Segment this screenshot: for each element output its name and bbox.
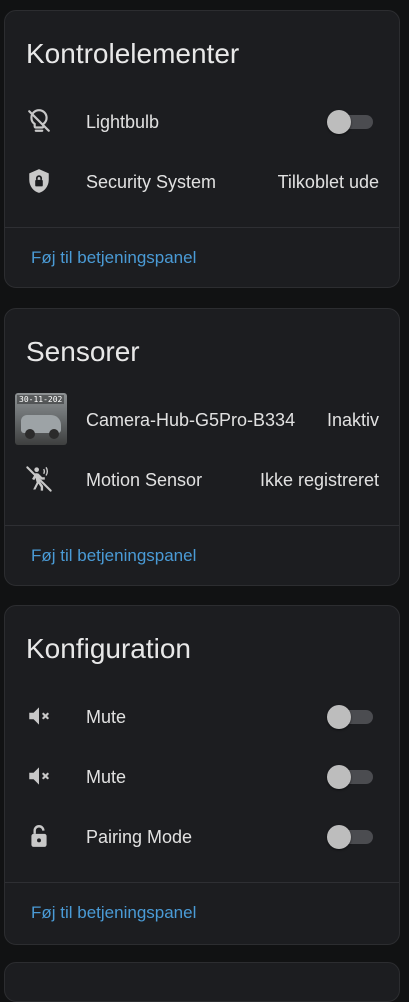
camera-timestamp: 30-11-202 [17, 395, 65, 404]
wheel-shape [25, 429, 35, 439]
entity-row-motion-sensor[interactable]: Motion Sensor Ikke registreret [5, 451, 399, 507]
entity-label: Mute [86, 707, 127, 727]
mute-toggle[interactable] [327, 765, 373, 789]
entity-row-mute[interactable]: Mute [5, 688, 399, 744]
card-title: Sensorer [26, 336, 140, 367]
toggle-knob [327, 765, 351, 789]
configuration-card: Konfiguration Mute Mute Pairing Mode Føj… [4, 605, 400, 945]
add-to-dashboard-link[interactable]: Føj til betjeningspanel [31, 248, 196, 268]
entity-row-mute[interactable]: Mute [5, 748, 399, 804]
entity-row-camera[interactable]: 30-11-202 Camera-Hub-G5Pro-B334 Inaktiv [5, 391, 399, 447]
wheel-shape [49, 429, 59, 439]
entity-state: Inaktiv [326, 410, 379, 430]
card-divider [5, 525, 399, 526]
card-divider [5, 227, 399, 228]
entity-label: Lightbulb [86, 112, 160, 132]
entity-row-security-system[interactable]: Security System Tilkoblet ude [5, 153, 399, 209]
entity-label: Camera-Hub-G5Pro-B334 [86, 410, 296, 430]
add-to-dashboard-link[interactable]: Føj til betjeningspanel [31, 546, 196, 566]
entity-label: Security System [86, 172, 217, 192]
card-divider [5, 882, 399, 883]
entity-label: Pairing Mode [86, 827, 193, 847]
next-card [4, 962, 400, 1002]
card-title: Konfiguration [26, 633, 192, 664]
pairing-mode-toggle[interactable] [327, 825, 373, 849]
shield-lock-icon [25, 167, 53, 195]
sensors-card: Sensorer 30-11-202 Camera-Hub-G5Pro-B334… [4, 308, 400, 586]
card-title: Kontrolelementer [26, 38, 240, 69]
camera-thumbnail[interactable]: 30-11-202 [15, 393, 67, 445]
entity-state: Tilkoblet ude [277, 172, 379, 192]
volume-mute-icon [25, 702, 53, 730]
entity-row-lightbulb[interactable]: Lightbulb [5, 93, 399, 149]
volume-mute-icon [25, 762, 53, 790]
mute-toggle[interactable] [327, 705, 373, 729]
entity-row-pairing-mode[interactable]: Pairing Mode [5, 808, 399, 864]
lightbulb-off-icon [25, 107, 53, 135]
controls-card: Kontrolelementer Lightbulb Security Syst… [4, 10, 400, 288]
lightbulb-toggle[interactable] [327, 110, 373, 134]
entity-label: Mute [86, 767, 127, 787]
lock-open-icon [25, 822, 53, 850]
motion-sensor-off-icon [25, 465, 53, 493]
toggle-knob [327, 705, 351, 729]
toggle-knob [327, 110, 351, 134]
entity-state: Ikke registreret [259, 470, 379, 490]
entity-label: Motion Sensor [86, 470, 203, 490]
add-to-dashboard-link[interactable]: Føj til betjeningspanel [31, 903, 196, 923]
toggle-knob [327, 825, 351, 849]
